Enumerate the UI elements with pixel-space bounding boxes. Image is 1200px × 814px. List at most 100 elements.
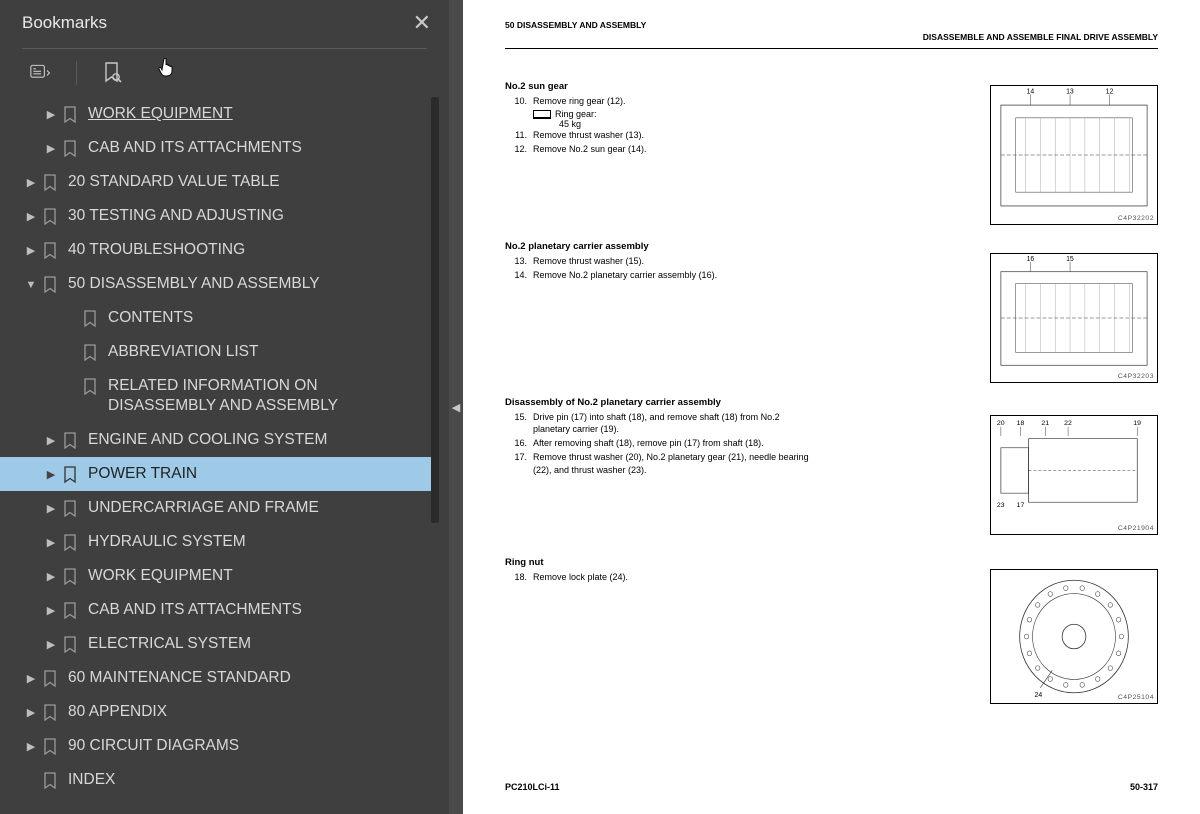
- procedure-step: 12. Remove No.2 sun gear (14).: [505, 143, 815, 155]
- step-text: Remove thrust washer (20), No.2 planetar…: [533, 451, 815, 475]
- app-root: Bookmarks ✕ ▶WORK EQUIPMENT▶CAB AND ITS …: [0, 0, 1200, 814]
- bookmark-item[interactable]: ▶ 90 CIRCUIT DIAGRAMS: [0, 729, 433, 763]
- bookmark-item[interactable]: ▶ENGINE AND COOLING SYSTEM: [0, 423, 433, 457]
- bookmark-item[interactable]: ▶HYDRAULIC SYSTEM: [0, 525, 433, 559]
- pointer-cursor-icon: [158, 57, 176, 82]
- step-text: Remove No.2 sun gear (14).: [533, 143, 815, 155]
- figure-code: C4P21904: [1118, 525, 1154, 532]
- bookmark-item[interactable]: ▶ELECTRICAL SYSTEM: [0, 627, 433, 661]
- pane-splitter[interactable]: ◀: [449, 0, 463, 814]
- figure: 141312C4P32202: [990, 85, 1158, 225]
- bookmark-item[interactable]: RELATED INFORMATION ON DISASSEMBLY AND A…: [0, 369, 433, 423]
- bookmark-label: 90 CIRCUIT DIAGRAMS: [68, 736, 429, 756]
- svg-text:13: 13: [1066, 87, 1074, 95]
- bookmark-icon: [62, 106, 80, 124]
- bookmark-item[interactable]: ▶ 30 TESTING AND ADJUSTING: [0, 199, 433, 233]
- bookmark-icon: [42, 670, 60, 688]
- bookmark-item[interactable]: ABBREVIATION LIST: [0, 335, 433, 369]
- step-number: 15.: [505, 411, 527, 435]
- chevron-right-icon[interactable]: ▶: [44, 536, 58, 550]
- bookmark-item[interactable]: ▶CAB AND ITS ATTACHMENTS: [0, 593, 433, 627]
- procedure-step: 18.Remove lock plate (24).: [505, 571, 815, 583]
- chevron-right-icon[interactable]: ▶: [44, 142, 58, 156]
- section-title: No.2 planetary carrier assembly: [505, 241, 815, 252]
- page-header-right: DISASSEMBLE AND ASSEMBLE FINAL DRIVE ASS…: [923, 32, 1158, 42]
- bookmark-item[interactable]: ▶60 MAINTENANCE STANDARD: [0, 661, 433, 695]
- step-text: Remove No.2 planetary carrier assembly (…: [533, 269, 815, 281]
- chevron-right-icon[interactable]: ▶: [24, 176, 38, 190]
- svg-text:15: 15: [1066, 256, 1074, 263]
- bookmark-item[interactable]: ▶ WORK EQUIPMENT: [0, 559, 433, 593]
- bookmark-label: 50 DISASSEMBLY AND ASSEMBLY: [68, 274, 429, 294]
- bookmarks-toolbar: [0, 51, 449, 97]
- bookmark-item[interactable]: ▶CAB AND ITS ATTACHMENTS: [0, 131, 433, 165]
- bookmark-icon: [42, 208, 60, 226]
- bookmark-item[interactable]: CONTENTS: [0, 301, 433, 335]
- bookmark-item[interactable]: ▶80 APPENDIX: [0, 695, 433, 729]
- chevron-right-icon[interactable]: ▶: [44, 502, 58, 516]
- chevron-down-icon[interactable]: ▼: [24, 278, 38, 292]
- bookmark-label: UNDERCARRIAGE AND FRAME: [88, 498, 429, 518]
- svg-text:22: 22: [1064, 420, 1072, 427]
- mass-icon: [533, 110, 551, 119]
- bookmark-icon: [82, 344, 100, 362]
- chevron-right-icon[interactable]: ▶: [44, 604, 58, 618]
- chevron-right-icon[interactable]: ▶: [44, 570, 58, 584]
- step-number: 14.: [505, 269, 527, 281]
- step-number: 16.: [505, 437, 527, 449]
- bookmark-item[interactable]: ▶40 TROUBLESHOOTING: [0, 233, 433, 267]
- chevron-right-icon[interactable]: ▶: [24, 672, 38, 686]
- procedure-step: 16.After removing shaft (18), remove pin…: [505, 437, 815, 449]
- svg-text:16: 16: [1027, 256, 1035, 263]
- figure-code: C4P25104: [1118, 694, 1154, 701]
- bookmark-options-icon[interactable]: [30, 62, 52, 84]
- procedure-step: 14. Remove No.2 planetary carrier assembl…: [505, 269, 815, 281]
- bookmark-label: POWER TRAIN: [88, 464, 429, 484]
- caret-left-icon: ◀: [452, 401, 460, 414]
- bookmark-label: WORK EQUIPMENT: [88, 566, 429, 586]
- chevron-right-icon[interactable]: ▶: [24, 706, 38, 720]
- step-number: 17.: [505, 451, 527, 475]
- chevron-right-icon[interactable]: ▶: [24, 244, 38, 258]
- step-number: 12.: [505, 143, 527, 155]
- chevron-right-icon[interactable]: ▶: [24, 740, 38, 754]
- svg-text:14: 14: [1027, 87, 1035, 95]
- bookmark-item[interactable]: ▼ 50 DISASSEMBLY AND ASSEMBLY: [0, 267, 433, 301]
- bookmark-label: ABBREVIATION LIST: [108, 342, 429, 362]
- bookmark-item[interactable]: ▶WORK EQUIPMENT: [0, 97, 433, 131]
- svg-text:12: 12: [1106, 87, 1114, 95]
- figure: 16 15 C4P32203: [990, 253, 1158, 383]
- bookmark-label: 30 TESTING AND ADJUSTING: [68, 206, 429, 226]
- bookmark-icon: [62, 432, 80, 450]
- bookmark-icon: [62, 568, 80, 586]
- section-title: No.2 sun gear: [505, 81, 815, 92]
- doc-section: Disassembly of No.2 planetary carrier as…: [505, 397, 815, 478]
- bookmarks-tree: ▶WORK EQUIPMENT▶CAB AND ITS ATTACHMENTS▶…: [0, 97, 449, 814]
- chevron-right-icon[interactable]: ▶: [44, 468, 58, 482]
- procedure-step: 11.Remove thrust washer (13).: [505, 129, 815, 141]
- step-text: Remove thrust washer (15).: [533, 255, 815, 267]
- doc-section: No.2 planetary carrier assembly 13.Remove…: [505, 241, 815, 283]
- step-text: Drive pin (17) into shaft (18), and remo…: [533, 411, 815, 435]
- bookmark-icon: [62, 636, 80, 654]
- bookmark-item[interactable]: ▶20 STANDARD VALUE TABLE: [0, 165, 433, 199]
- bookmark-item[interactable]: INDEX: [0, 763, 433, 797]
- procedure-step: 15. Drive pin (17) into shaft (18), and r…: [505, 411, 815, 435]
- section-title: Disassembly of No.2 planetary carrier as…: [505, 397, 815, 408]
- bookmark-item[interactable]: ▶ UNDERCARRIAGE AND FRAME: [0, 491, 433, 525]
- chevron-right-icon[interactable]: ▶: [44, 638, 58, 652]
- page-header-rule: [505, 48, 1158, 49]
- figure-code: C4P32203: [1118, 373, 1154, 380]
- chevron-right-icon[interactable]: ▶: [44, 108, 58, 122]
- bookmark-item[interactable]: ▶ POWER TRAIN: [0, 457, 433, 491]
- scrollbar-thumb[interactable]: [431, 97, 439, 523]
- procedure-step: 13.Remove thrust washer (15).: [505, 255, 815, 267]
- document-viewport[interactable]: 50 DISASSEMBLY AND ASSEMBLY DISASSEMBLE …: [463, 0, 1200, 814]
- toolbar-separator: [76, 61, 77, 85]
- chevron-right-icon[interactable]: ▶: [24, 210, 38, 224]
- close-icon[interactable]: ✕: [413, 10, 431, 36]
- find-bookmark-icon[interactable]: [101, 62, 123, 84]
- chevron-right-icon[interactable]: ▶: [44, 434, 58, 448]
- bookmark-icon: [42, 738, 60, 756]
- doc-section: Ring nut18.Remove lock plate (24).: [505, 557, 815, 585]
